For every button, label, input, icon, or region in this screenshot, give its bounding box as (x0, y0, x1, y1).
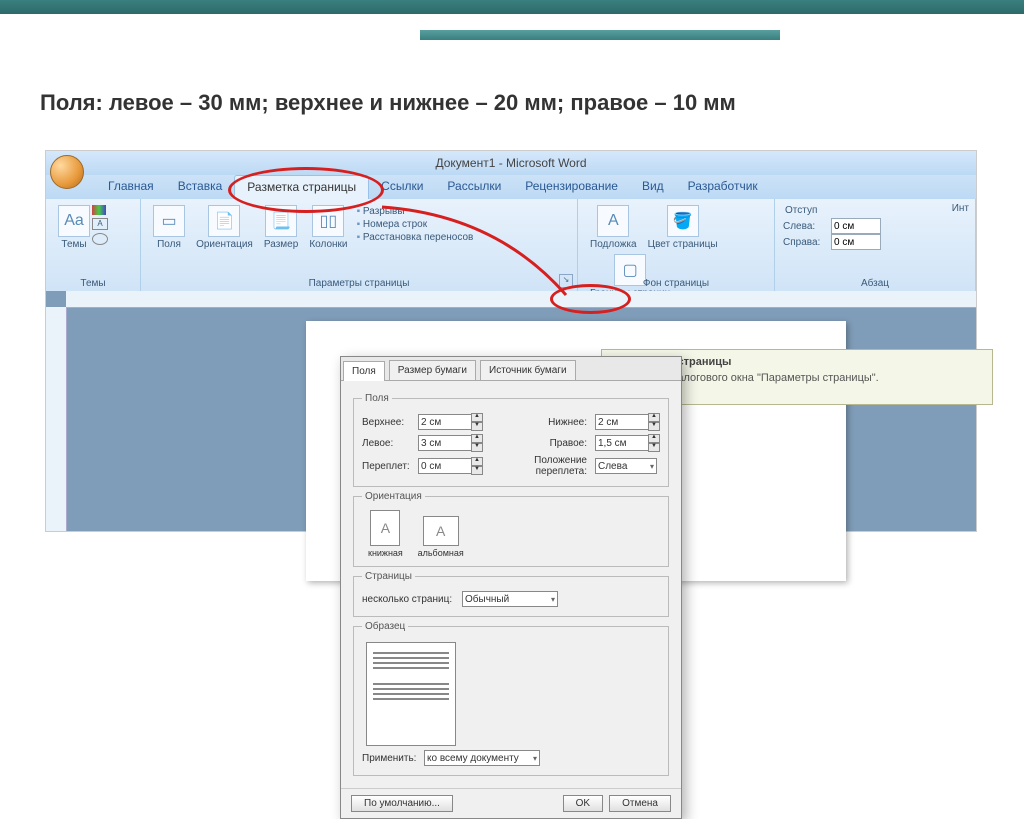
tab-page-layout[interactable]: Разметка страницы (234, 175, 369, 199)
orientation-button[interactable]: 📄Ориентация (196, 205, 253, 250)
gutter-input[interactable]: 0 см (418, 458, 472, 474)
indent-header: Отступ (785, 205, 967, 216)
group-page-setup: ▭Поля 📄Ориентация 📃Размер ▯▯Колонки Разр… (141, 199, 578, 291)
multipage-label: несколько страниц: (362, 594, 458, 605)
spin-up-icon[interactable]: ▲ (471, 413, 483, 422)
margin-right-input[interactable]: 1,5 см (595, 435, 649, 451)
spin-down-icon[interactable]: ▼ (471, 466, 483, 475)
ribbon-tabs: Главная Вставка Разметка страницы Ссылки… (46, 175, 976, 199)
fieldset-pages-legend: Страницы (362, 571, 415, 582)
spin-down-icon[interactable]: ▼ (648, 422, 660, 431)
tab-view[interactable]: Вид (630, 175, 676, 199)
indent-left-label: Слева: (783, 221, 827, 232)
apply-to-label: Применить: (362, 753, 420, 764)
spacing-header: Инт (952, 203, 969, 214)
page-color-button[interactable]: 🪣Цвет страницы (648, 205, 718, 250)
fieldset-pages: Страницы несколько страниц: Обычный (353, 571, 669, 617)
fieldset-margins-legend: Поля (362, 393, 392, 404)
dialog-tab-paper[interactable]: Размер бумаги (389, 360, 476, 380)
ok-button[interactable]: OK (563, 795, 603, 812)
margin-bottom-input[interactable]: 2 см (595, 414, 649, 430)
tab-home[interactable]: Главная (96, 175, 166, 199)
orientation-icon: 📄 (208, 205, 240, 237)
indent-right-input[interactable] (831, 234, 881, 250)
dialog-tabs: Поля Размер бумаги Источник бумаги (341, 357, 681, 381)
dialog-footer: По умолчанию... OK Отмена (341, 788, 681, 818)
columns-icon: ▯▯ (312, 205, 344, 237)
themes-icon: Aa (58, 205, 90, 237)
dialog-body: Поля Верхнее: 2 см▲▼ Нижнее: 2 см▲▼ Лево… (341, 381, 681, 788)
spin-up-icon[interactable]: ▲ (471, 434, 483, 443)
themes-button[interactable]: Aa Темы (58, 205, 90, 250)
fieldset-orientation: Ориентация Aкнижная Aальбомная (353, 491, 669, 567)
size-icon: 📃 (265, 205, 297, 237)
group-page-setup-label: Параметры страницы (141, 278, 577, 289)
office-button[interactable] (50, 155, 84, 189)
columns-button[interactable]: ▯▯Колонки (309, 205, 347, 250)
theme-effects-icon[interactable] (92, 233, 108, 245)
margins-icon: ▭ (153, 205, 185, 237)
margin-top-label: Верхнее: (362, 417, 414, 428)
group-themes: Aa Темы A Темы (46, 199, 141, 291)
indent-right-label: Справа: (783, 237, 827, 248)
margins-button[interactable]: ▭Поля (153, 205, 185, 250)
gutter-pos-label: Положение переплета: (487, 455, 591, 477)
cancel-button[interactable]: Отмена (609, 795, 671, 812)
horizontal-ruler[interactable] (66, 291, 976, 308)
vertical-ruler[interactable] (46, 307, 67, 531)
group-page-background: AПодложка 🪣Цвет страницы ▢Границы страни… (578, 199, 775, 291)
orientation-landscape[interactable]: Aальбомная (418, 516, 464, 558)
slide-top-bar (0, 0, 1024, 14)
group-background-label: Фон страницы (578, 278, 774, 289)
orientation-portrait[interactable]: Aкнижная (368, 510, 403, 558)
page-color-icon: 🪣 (667, 205, 699, 237)
theme-colors-icon[interactable] (92, 205, 106, 215)
spin-up-icon[interactable]: ▲ (471, 457, 483, 466)
fieldset-preview: Образец Применить: ко всему документу (353, 621, 669, 776)
theme-fonts-icon[interactable]: A (92, 218, 108, 230)
gutter-pos-combo[interactable]: Слева (595, 458, 657, 474)
fieldset-preview-legend: Образец (362, 621, 408, 632)
breaks-button[interactable]: Разрывы (355, 205, 476, 218)
margin-left-input[interactable]: 3 см (418, 435, 472, 451)
indent-left-input[interactable] (831, 218, 881, 234)
page-setup-dialog: Поля Размер бумаги Источник бумаги Поля … (340, 356, 682, 819)
dialog-tab-margins[interactable]: Поля (343, 361, 385, 381)
line-numbers-button[interactable]: Номера строк (355, 218, 476, 231)
group-themes-label: Темы (46, 278, 140, 289)
preview-thumbnail (366, 642, 456, 746)
default-button[interactable]: По умолчанию... (351, 795, 453, 812)
spin-up-icon[interactable]: ▲ (648, 434, 660, 443)
tab-developer[interactable]: Разработчик (676, 175, 770, 199)
tab-insert[interactable]: Вставка (166, 175, 235, 199)
ribbon: Aa Темы A Темы ▭Поля 📄Ориентация 📃Размер… (46, 199, 976, 292)
hyphenation-button[interactable]: Расстановка переносов (355, 231, 476, 244)
apply-to-combo[interactable]: ко всему документу (424, 750, 540, 766)
margin-right-label: Правое: (487, 438, 591, 449)
spin-up-icon[interactable]: ▲ (648, 413, 660, 422)
dialog-tab-source[interactable]: Источник бумаги (480, 360, 576, 380)
spin-down-icon[interactable]: ▼ (471, 443, 483, 452)
slide-accent-bar (420, 30, 780, 40)
spin-down-icon[interactable]: ▼ (471, 422, 483, 431)
gutter-label: Переплет: (362, 461, 414, 472)
multipage-combo[interactable]: Обычный (462, 591, 558, 607)
spin-down-icon[interactable]: ▼ (648, 443, 660, 452)
fieldset-margins: Поля Верхнее: 2 см▲▼ Нижнее: 2 см▲▼ Лево… (353, 393, 669, 487)
watermark-icon: A (597, 205, 629, 237)
size-button[interactable]: 📃Размер (264, 205, 298, 250)
tab-references[interactable]: Ссылки (369, 175, 435, 199)
fieldset-orientation-legend: Ориентация (362, 491, 425, 502)
margin-bottom-label: Нижнее: (487, 417, 591, 428)
group-paragraph-label: Абзац (775, 278, 975, 289)
margin-left-label: Левое: (362, 438, 414, 449)
window-title: Документ1 - Microsoft Word (46, 151, 976, 175)
watermark-button[interactable]: AПодложка (590, 205, 637, 250)
slide-title: Поля: левое – 30 мм; верхнее и нижнее – … (40, 90, 736, 116)
tab-review[interactable]: Рецензирование (513, 175, 630, 199)
tab-mailings[interactable]: Рассылки (435, 175, 513, 199)
group-paragraph: Отступ Слева: Справа: Инт Абзац (775, 199, 976, 291)
margin-top-input[interactable]: 2 см (418, 414, 472, 430)
